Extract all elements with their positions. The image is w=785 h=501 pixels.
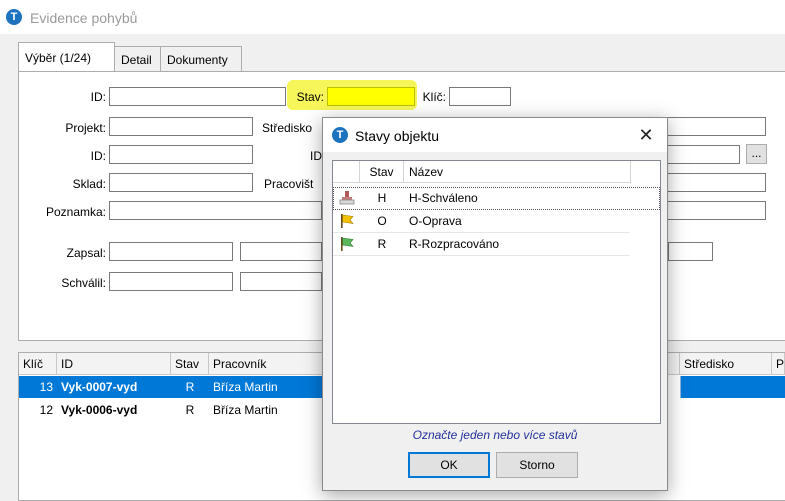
- dialog-logo-icon: T: [332, 127, 348, 143]
- list-item-stav: O: [377, 214, 387, 228]
- cell-stav: R: [185, 403, 195, 417]
- stavy-dialog: T Stavy objektu ✕ Stav Název H H-Schvále…: [322, 117, 668, 491]
- stamp-icon: [339, 191, 355, 205]
- zapsal-field[interactable]: [109, 242, 233, 261]
- tab-dokumenty[interactable]: Dokumenty: [160, 46, 242, 72]
- projekt-label: Projekt:: [65, 121, 106, 135]
- col-stredisko[interactable]: Středisko: [680, 353, 772, 375]
- list-item-stav: R: [377, 237, 387, 251]
- sklad-label: Sklad:: [72, 177, 106, 191]
- schvalil-label: Schválil:: [61, 276, 106, 290]
- cell-pracovnik: Bříza Martin: [213, 403, 278, 417]
- dialog-titlebar: T Stavy objektu ✕: [323, 118, 667, 152]
- id2-label: ID:: [90, 149, 106, 163]
- col-klic[interactable]: Klíč: [19, 353, 57, 375]
- list-header-stav[interactable]: Stav: [360, 161, 404, 183]
- col-id[interactable]: ID: [57, 353, 171, 375]
- list-item-nazev: R-Rozpracováno: [409, 237, 500, 251]
- window-titlebar: T Evidence pohybů: [0, 0, 785, 34]
- cell-stav: R: [185, 380, 195, 394]
- tab-detail[interactable]: Detail: [114, 46, 161, 72]
- storno-button[interactable]: Storno: [496, 452, 578, 478]
- stav-list: Stav Název H H-Schváleno O O-Oprava R R-…: [332, 160, 661, 424]
- col-p[interactable]: P: [772, 353, 785, 375]
- row-divider: [680, 376, 681, 398]
- col-spacer: [668, 353, 680, 375]
- schvalil-date-field[interactable]: [240, 272, 322, 291]
- stav-field[interactable]: [327, 87, 415, 106]
- col-pracovnik[interactable]: Pracovník: [209, 353, 323, 375]
- green-flag-icon: [341, 237, 354, 251]
- dialog-title: Stavy objektu: [355, 128, 440, 144]
- cell-pracovnik: Bříza Martin: [213, 380, 278, 394]
- klic-label: Klíč:: [422, 90, 446, 104]
- zapsal-date-field[interactable]: [240, 242, 322, 261]
- zapsal-time-field[interactable]: [668, 242, 713, 261]
- schvalil-field[interactable]: [109, 272, 233, 291]
- klic-field[interactable]: [449, 87, 511, 106]
- poznamka-field[interactable]: [109, 201, 322, 220]
- yellow-flag-icon: [341, 214, 354, 228]
- projekt-field[interactable]: [109, 117, 253, 136]
- poznamka-label: Poznamka:: [45, 205, 106, 219]
- list-item-nazev: H-Schváleno: [409, 191, 478, 205]
- cell-id: Vyk-0006-vyd: [61, 403, 138, 417]
- col-stav[interactable]: Stav: [171, 353, 209, 375]
- list-header-nazev[interactable]: Název: [404, 161, 631, 183]
- cell-id: Vyk-0007-vyd: [61, 380, 138, 394]
- dialog-hint: Označte jeden nebo více stavů: [412, 428, 578, 442]
- id2-field[interactable]: [109, 145, 253, 164]
- row-gap: [668, 376, 680, 398]
- zapsal-label: Zapsal:: [66, 246, 106, 260]
- sklad-field[interactable]: [109, 173, 253, 192]
- ok-button[interactable]: OK: [408, 452, 490, 478]
- list-header-icon: [333, 161, 360, 183]
- id-label: ID:: [90, 90, 106, 104]
- pracoviste-field[interactable]: [660, 173, 766, 192]
- list-item-stav: H: [377, 191, 387, 205]
- pracoviste-label: Pracovišt: [264, 177, 314, 191]
- cell-klic: 13: [39, 380, 53, 394]
- poznamka-field-right[interactable]: [660, 201, 766, 220]
- id-field[interactable]: [109, 87, 286, 106]
- tab-vyber[interactable]: Výběr (1/24): [18, 42, 115, 72]
- app-logo-icon: T: [6, 9, 22, 25]
- list-item-nazev: O-Oprava: [409, 214, 462, 228]
- browse-button[interactable]: ...: [746, 144, 767, 164]
- stredisko-label: Středisko: [262, 121, 313, 135]
- stav-label: Stav:: [296, 90, 324, 104]
- window-title: Evidence pohybů: [30, 10, 138, 26]
- id3-label: ID: [310, 149, 322, 163]
- cell-klic: 12: [39, 403, 53, 417]
- close-icon[interactable]: ✕: [635, 124, 657, 146]
